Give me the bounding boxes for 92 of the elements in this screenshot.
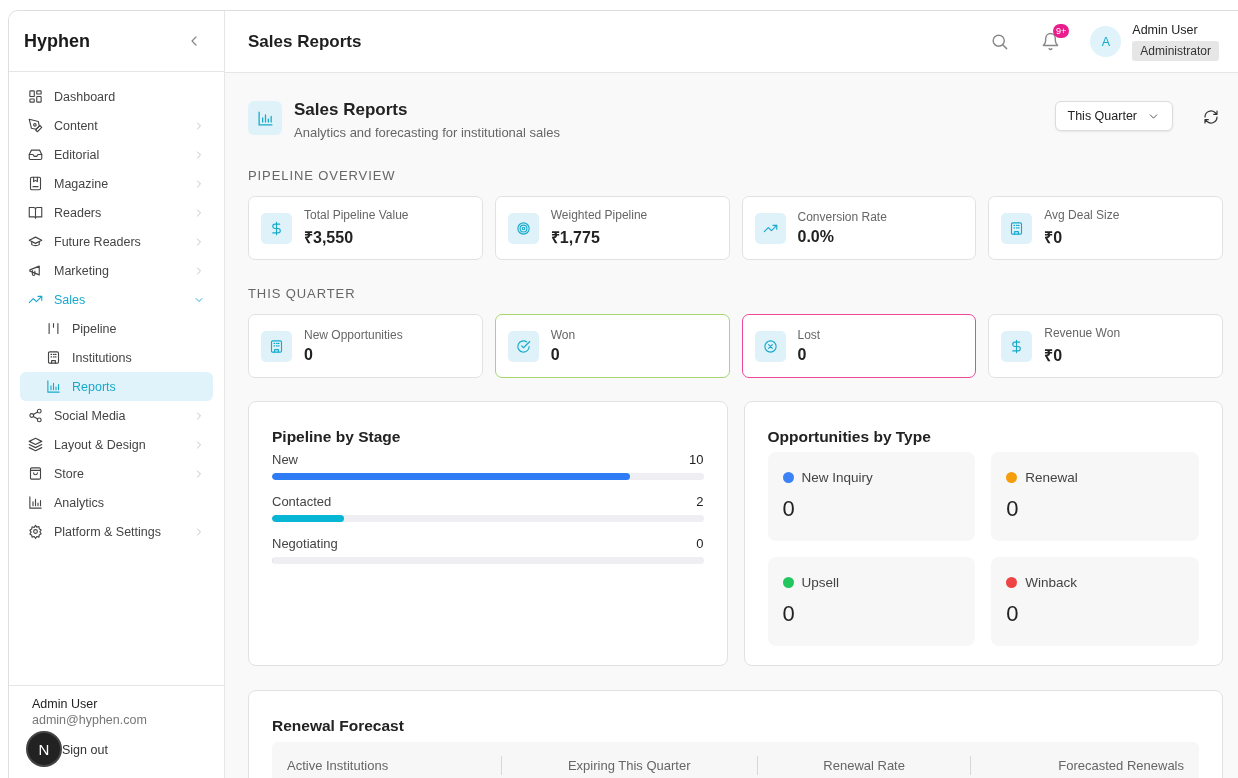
page-title: Sales Reports (294, 100, 409, 120)
panel-title: Pipeline by Stage (272, 428, 402, 446)
type-value: 0 (1006, 496, 1020, 522)
user-name: Admin User (32, 697, 99, 711)
open-book-icon (28, 205, 43, 220)
type-value: 0 (782, 496, 796, 522)
pen-icon (28, 118, 43, 133)
graduation-cap-icon (28, 234, 43, 249)
bar-chart-icon (256, 109, 274, 127)
type-label: Winback (1025, 575, 1077, 590)
stat-value: ₹0 (1044, 228, 1064, 248)
stat-value: 0 (550, 346, 561, 364)
nav-item[interactable]: Content (20, 111, 213, 140)
bell-icon (1041, 32, 1061, 51)
nav-item[interactable]: Analytics (20, 488, 213, 517)
settings-icon (28, 524, 43, 539)
type-label: New Inquiry (801, 470, 873, 485)
megaphone-icon (28, 263, 43, 278)
stat-label: Won (550, 328, 576, 342)
stat-value: 0 (797, 346, 808, 364)
panel-title: Renewal Forecast (272, 717, 405, 735)
refresh-button[interactable] (1203, 109, 1219, 125)
building-icon (1009, 220, 1025, 236)
section-heading: THIS QUARTER (248, 286, 357, 301)
nav-item[interactable]: Future Readers (20, 227, 213, 256)
section-heading: PIPELINE OVERVIEW (248, 168, 397, 183)
columns-icon (46, 321, 61, 336)
stat-label: Revenue Won (1044, 326, 1121, 340)
nav-item[interactable]: Magazine (20, 169, 213, 198)
inbox-icon (28, 147, 43, 162)
book-icon (28, 176, 43, 191)
column-header: Active Institutions (287, 757, 390, 775)
period-dropdown[interactable]: This Quarter (1054, 101, 1173, 131)
stat-label: New Opportunities (304, 328, 403, 342)
nav-item[interactable]: Marketing (20, 256, 213, 285)
stage-count: 2 (696, 494, 704, 509)
nav-item[interactable]: Social Media (20, 401, 213, 430)
target-icon (515, 220, 531, 236)
stage-count: 10 (689, 452, 704, 467)
nav-item[interactable]: Readers (20, 198, 213, 227)
nav-item[interactable]: Platform & Settings (20, 517, 213, 546)
nav-item[interactable]: Editorial (20, 140, 213, 169)
check-circle-icon (515, 338, 531, 354)
search-button[interactable] (990, 32, 1010, 51)
nav-item[interactable]: Layout & Design (20, 430, 213, 459)
sign-out-button[interactable]: Sign out (62, 743, 108, 757)
share-icon (28, 408, 43, 423)
grid-icon (28, 89, 43, 104)
refresh-icon (1203, 109, 1219, 125)
nav-item[interactable]: Dashboard (20, 82, 213, 111)
type-label: Upsell (801, 575, 839, 590)
stat-label: Total Pipeline Value (304, 208, 409, 222)
building-icon (46, 350, 61, 365)
search-icon (990, 32, 1010, 51)
stat-label: Lost (797, 328, 821, 342)
header-title: Sales Reports (248, 31, 363, 52)
user-email: admin@hyphen.com (32, 713, 148, 727)
header-user-name: Admin User (1132, 22, 1198, 37)
stat-value: 0.0% (797, 228, 835, 246)
dollar-icon (269, 220, 284, 236)
bar-chart-icon (28, 495, 43, 510)
type-value: 0 (782, 601, 796, 627)
stat-value: ₹3,550 (304, 228, 355, 248)
stat-value: 0 (304, 346, 314, 364)
nav-item[interactable]: Store (20, 459, 213, 488)
stage-label: New (272, 452, 298, 467)
stat-value: ₹0 (1044, 346, 1064, 366)
x-circle-icon (762, 338, 778, 354)
stat-label: Avg Deal Size (1044, 208, 1120, 222)
notification-badge: 9+ (1053, 24, 1070, 38)
stage-count: 0 (696, 536, 704, 551)
bag-icon (28, 466, 43, 481)
column-header: Expiring This Quarter (500, 756, 757, 775)
role-tag: Administrator (1132, 40, 1219, 61)
building-icon (269, 338, 284, 354)
bar-chart-icon (46, 379, 61, 394)
nav-subitem[interactable]: Institutions (20, 343, 213, 372)
stage-label: Contacted (272, 494, 332, 509)
stat-label: Conversion Rate (797, 210, 887, 224)
type-value: 0 (1006, 601, 1020, 627)
panel-title: Opportunities by Type (767, 428, 932, 446)
column-header: Renewal Rate (756, 756, 971, 775)
type-label: Renewal (1025, 470, 1078, 485)
stat-value: ₹1,775 (550, 228, 601, 248)
column-header: Forecasted Renewals (970, 756, 1184, 775)
brand-name: Hyphen (24, 30, 90, 52)
page-subtitle: Analytics and forecasting for institutional sales (294, 125, 561, 140)
layers-icon (28, 437, 43, 452)
stat-label: Weighted Pipeline (550, 208, 648, 222)
nav-subitem[interactable]: Pipeline (20, 314, 213, 343)
notifications-button[interactable] (1041, 32, 1061, 51)
stage-label: Negotiating (272, 536, 338, 551)
